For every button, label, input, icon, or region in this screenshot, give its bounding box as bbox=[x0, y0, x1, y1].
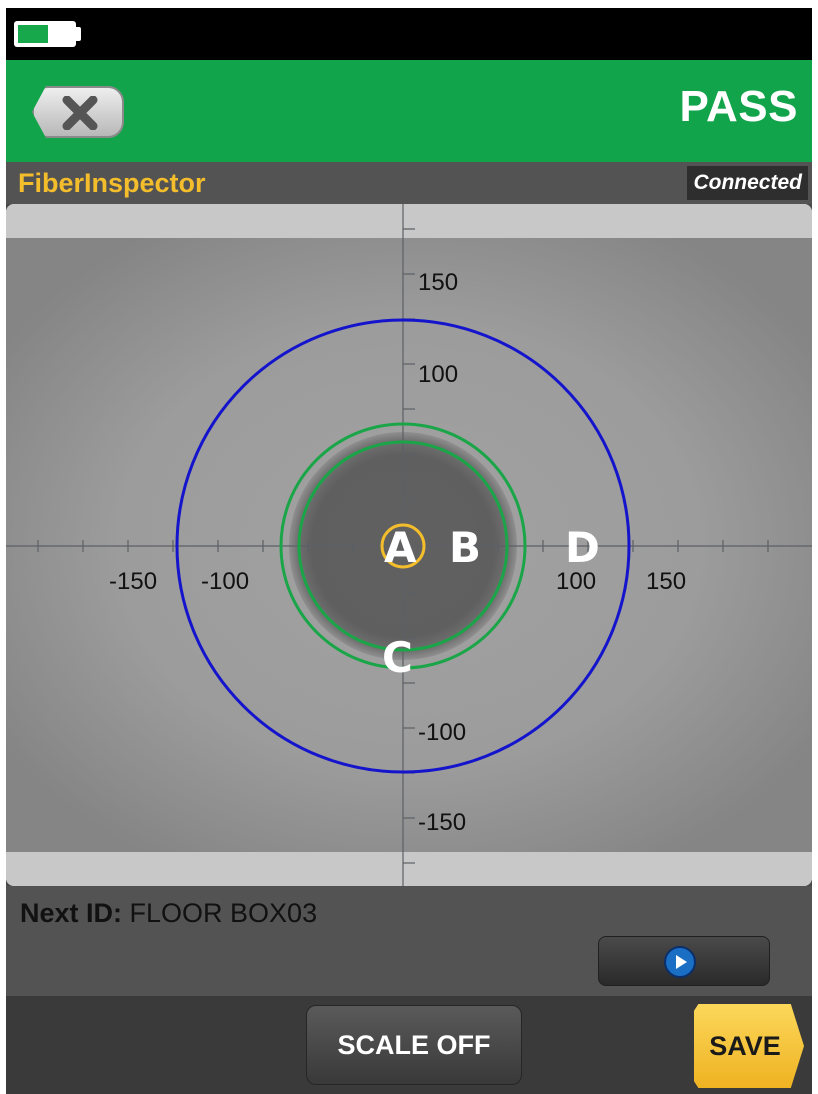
y-tick-label: -100 bbox=[418, 719, 466, 746]
play-icon bbox=[664, 946, 696, 978]
fiber-endface-view[interactable]: -150 -100 100 150 150 100 -100 -150 A B … bbox=[6, 204, 812, 886]
next-id-value: FLOOR BOX03 bbox=[129, 898, 318, 928]
app-title: FiberInspector bbox=[18, 168, 206, 198]
status-bar bbox=[6, 8, 812, 60]
y-tick-label: 100 bbox=[418, 361, 458, 388]
y-tick-label: -150 bbox=[418, 809, 466, 836]
zone-label-b: B bbox=[449, 523, 481, 572]
result-status: PASS bbox=[679, 82, 798, 131]
y-tick-label: 150 bbox=[418, 269, 458, 296]
x-tick-label: 100 bbox=[556, 568, 596, 595]
next-id-label: Next ID: bbox=[20, 898, 123, 928]
connection-status-badge: Connected bbox=[687, 166, 808, 200]
device-screen: PASS FiberInspector Connected -150 -100 … bbox=[6, 8, 812, 1094]
battery-tip bbox=[76, 27, 81, 41]
result-header: PASS bbox=[6, 60, 812, 162]
x-tick-label: -100 bbox=[201, 568, 249, 595]
scale-toggle-button[interactable]: SCALE OFF bbox=[306, 1005, 522, 1085]
close-button[interactable] bbox=[32, 86, 124, 138]
info-panel: Next ID: FLOOR BOX03 bbox=[6, 886, 812, 996]
x-tick-label: -150 bbox=[109, 568, 157, 595]
close-x-icon bbox=[62, 96, 98, 130]
battery-icon bbox=[14, 21, 76, 47]
bottom-toolbar: SCALE OFF SAVE bbox=[6, 996, 812, 1094]
next-id: Next ID: FLOOR BOX03 bbox=[20, 898, 317, 929]
battery-level bbox=[18, 25, 48, 43]
zone-label-d: D bbox=[565, 523, 600, 572]
play-button[interactable] bbox=[598, 936, 770, 986]
zone-label-a: A bbox=[384, 523, 417, 572]
app-titlebar: FiberInspector Connected bbox=[6, 162, 812, 204]
zone-label-c: C bbox=[382, 633, 413, 682]
save-button[interactable]: SAVE bbox=[694, 1004, 804, 1088]
x-tick-label: 150 bbox=[646, 568, 686, 595]
